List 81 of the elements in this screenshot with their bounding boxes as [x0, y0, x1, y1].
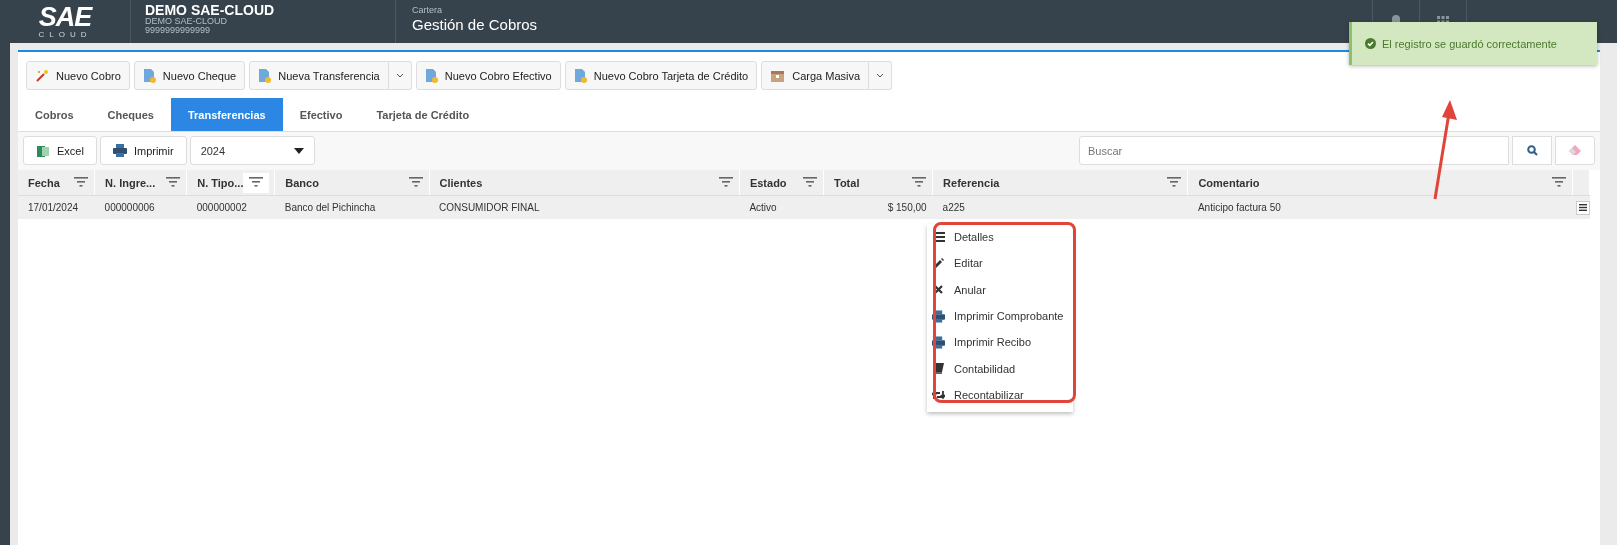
company-id: 9999999999999	[145, 26, 212, 35]
table-cell: Banco del Pichincha	[274, 195, 429, 219]
document-icon	[424, 68, 438, 83]
row-menu-button[interactable]	[1576, 200, 1591, 215]
table-cell: Activo	[739, 195, 824, 219]
tab[interactable]: Cheques	[90, 98, 171, 131]
box-icon	[770, 68, 786, 83]
search-field[interactable]: Buscar	[1079, 136, 1509, 165]
filter-icon[interactable]	[408, 176, 423, 187]
tab[interactable]: Cobros	[18, 98, 91, 131]
menu-item[interactable]: Imprimir Recibo	[929, 329, 1071, 356]
menu-item[interactable]: Anular	[929, 276, 1071, 303]
toolbar-button[interactable]: Nueva Transferencia	[249, 61, 389, 90]
menu-item[interactable]: Contabilidad	[929, 355, 1071, 382]
chevron-down-icon	[876, 73, 885, 78]
document-icon	[142, 68, 156, 83]
eraser-icon	[1568, 145, 1582, 156]
menu-icon	[1579, 204, 1588, 211]
check-circle-icon	[1365, 38, 1376, 49]
search-icon	[1526, 145, 1538, 156]
toolbar-button[interactable]: Nuevo Cobro	[26, 61, 130, 90]
logo-text: SAE	[38, 4, 92, 31]
toast-message: El registro se guardó correctamente	[1382, 37, 1557, 50]
tab[interactable]: Tarjeta de Crédito	[359, 98, 487, 131]
menu-item[interactable]: Recontabilizar	[929, 381, 1071, 409]
column-header: Referencia	[943, 176, 1000, 189]
retweet-icon	[932, 389, 945, 400]
toolbar-button[interactable]: Nuevo Cobro Tarjeta de Crédito	[564, 61, 758, 90]
column-header: Banco	[285, 176, 319, 189]
caret-down-icon	[293, 147, 304, 154]
export-button[interactable]: Excel	[23, 136, 97, 165]
filter-icon[interactable]	[912, 176, 927, 187]
menu-item[interactable]: Imprimir Comprobante	[929, 302, 1071, 330]
printer-icon	[932, 335, 945, 349]
export-button[interactable]: Imprimir	[99, 136, 187, 165]
page-title: Gestión de Cobros	[412, 17, 538, 32]
chevron-down-icon	[395, 73, 404, 78]
company-name: DEMO SAE-CLOUD	[145, 3, 276, 17]
module-name: Cartera	[412, 6, 443, 15]
spreadsheet-icon	[36, 143, 50, 158]
filter-icon[interactable]	[718, 176, 733, 187]
table-cell: a225	[932, 195, 1188, 219]
toolbar-button[interactable]: Nuevo Cheque	[133, 61, 246, 90]
table-cell: Anticipo factura 50	[1187, 195, 1573, 219]
company-subtitle: DEMO SAE-CLOUD	[145, 17, 228, 26]
logo-subtitle: CLOUD	[38, 31, 92, 39]
column-header: Estado	[749, 176, 787, 189]
column-header: Comentario	[1198, 176, 1260, 189]
dropdown-toggle[interactable]	[869, 61, 893, 90]
filter-icon[interactable]	[1167, 176, 1182, 187]
document-icon	[573, 68, 587, 83]
column-header: N. Ingre...	[105, 176, 156, 189]
printer-icon	[932, 309, 945, 323]
search-button[interactable]	[1512, 136, 1552, 165]
column-header: N. Tipo...	[197, 176, 244, 189]
dropdown-toggle[interactable]	[388, 61, 412, 90]
filter-icon[interactable]	[803, 176, 817, 187]
toolbar-button[interactable]: Carga Masiva	[761, 61, 870, 90]
printer-icon	[112, 144, 127, 157]
book-icon	[933, 363, 944, 375]
filter-icon[interactable]	[1551, 176, 1566, 187]
document-icon	[258, 68, 272, 83]
column-header: Fecha	[28, 176, 60, 189]
table-row[interactable]: 17/01/2024 000000006 000000002 Banco del Pichincha CONSUMIDOR FINAL Activo $ 150,00 a225 Anticipo factura 50	[18, 195, 1590, 219]
table-cell: 17/01/2024	[18, 195, 95, 219]
pencil-icon	[933, 257, 944, 269]
toolbar-button[interactable]: Nuevo Cobro Efectivo	[415, 61, 561, 90]
filter-icon[interactable]	[166, 176, 181, 187]
menu-item[interactable]: Editar	[929, 250, 1071, 277]
filter-icon[interactable]	[249, 176, 264, 187]
filter-icon[interactable]	[74, 176, 89, 187]
column-header: Clientes	[439, 176, 483, 189]
column-header: Total	[834, 176, 860, 189]
close-icon	[934, 285, 943, 295]
tab[interactable]: Efectivo	[282, 98, 360, 131]
table-cell: $ 150,00	[823, 195, 933, 219]
table-cell: CONSUMIDOR FINAL	[429, 195, 740, 219]
year-dropdown[interactable]: 2024	[189, 136, 315, 165]
tab[interactable]: Transferencias	[170, 98, 283, 131]
menu-item[interactable]: Detalles	[929, 224, 1071, 251]
wand-icon	[35, 68, 49, 83]
